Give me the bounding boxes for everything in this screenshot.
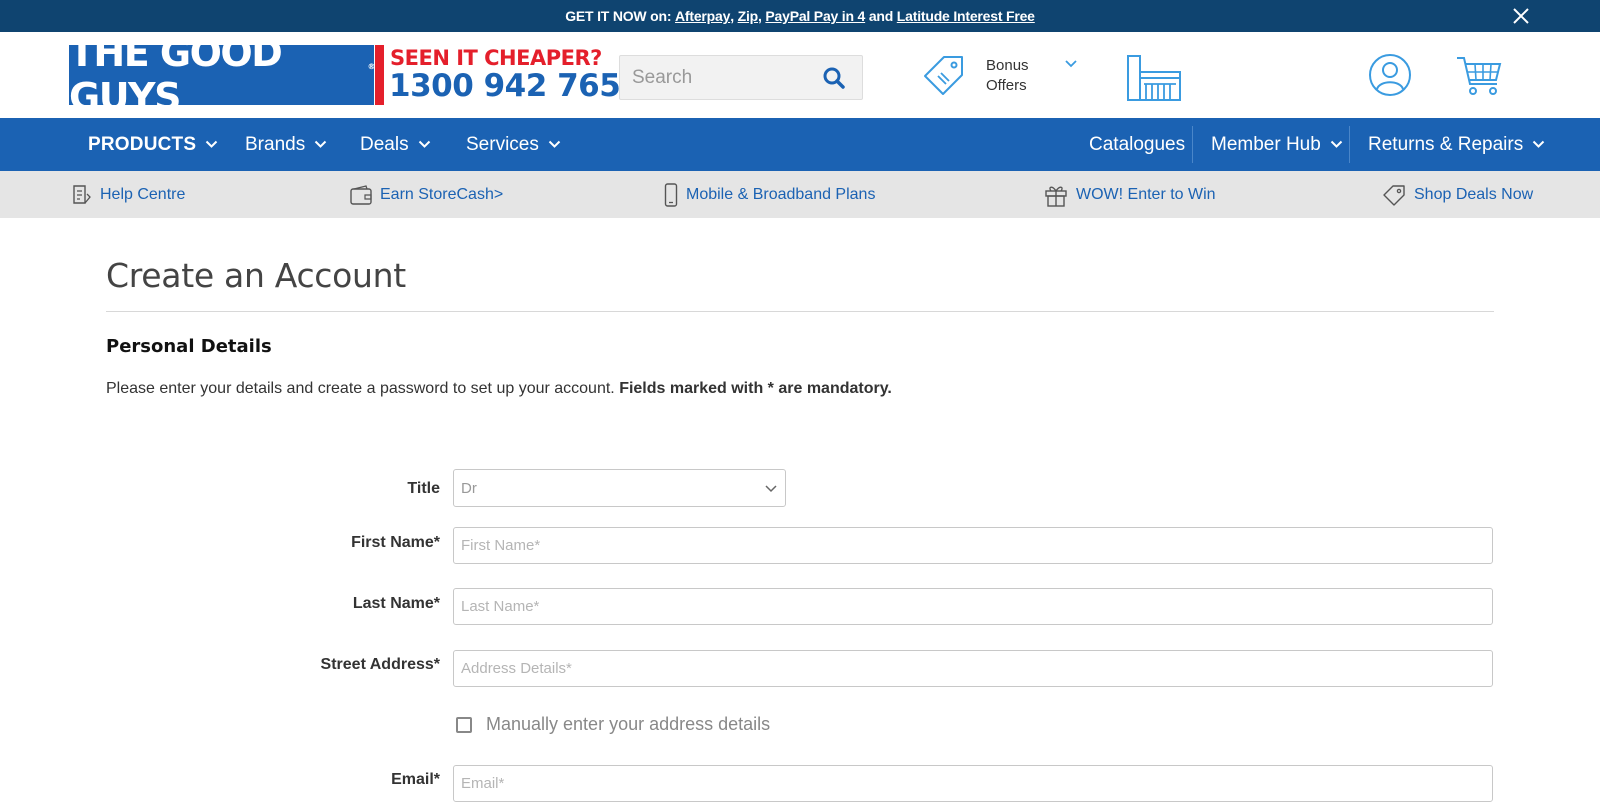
nav-deals-label: Deals: [360, 133, 409, 155]
gift-icon: [1045, 186, 1067, 207]
manual-address-label: Manually enter your address details: [486, 714, 771, 734]
wallet-icon: [350, 184, 372, 205]
intro-text: Please enter your details and create a p…: [106, 380, 892, 398]
street-address-label: Street Address*: [320, 656, 440, 673]
util-shop-deals-label: Shop Deals Now: [1414, 185, 1534, 203]
nav-services-label: Services: [466, 133, 539, 155]
nav-member-hub[interactable]: Member Hub: [1211, 118, 1343, 171]
first-name-label: First Name*: [351, 534, 440, 551]
seen-it-cheaper-text[interactable]: SEEN IT CHEAPER?: [390, 46, 602, 70]
chevron-down-icon: [206, 140, 218, 148]
last-name-field[interactable]: [453, 588, 1493, 625]
search-box: [619, 55, 863, 100]
nav-products-label: PRODUCTS: [88, 133, 197, 155]
logo[interactable]: THE GOOD GUYS ®: [69, 31, 376, 119]
first-name-field[interactable]: [453, 527, 1493, 564]
chevron-down-icon: [548, 140, 561, 148]
promo-link-paypal[interactable]: PayPal Pay in 4: [765, 8, 865, 24]
nav-returns-repairs-label: Returns & Repairs: [1368, 133, 1524, 155]
logo-mark: ®: [367, 61, 376, 71]
mobile-phone-icon: [664, 182, 678, 207]
manual-address-checkbox[interactable]: [456, 716, 472, 733]
store-icon[interactable]: [1126, 54, 1182, 102]
nav-services[interactable]: Services: [466, 118, 561, 171]
chevron-down-icon: [418, 140, 430, 148]
chevron-down-icon[interactable]: [1064, 59, 1078, 69]
util-wow-win[interactable]: WOW! Enter to Win: [1044, 171, 1216, 218]
chevron-down-icon: [765, 485, 777, 493]
promo-and: and: [865, 8, 897, 24]
email-label: Email*: [391, 771, 440, 788]
bonus-offers-link[interactable]: Bonus Offers: [986, 56, 1029, 96]
bonus-line-2: Offers: [986, 77, 1027, 94]
page-title: Create an Account: [106, 256, 406, 295]
util-mobile-broadband[interactable]: Mobile & Broadband Plans: [664, 171, 875, 218]
intro-text-bold: Fields marked with * are mandatory.: [619, 380, 892, 397]
intro-text-regular: Please enter your details and create a p…: [106, 380, 620, 397]
search-input[interactable]: [620, 56, 810, 99]
util-shop-deals[interactable]: Shop Deals Now: [1382, 171, 1533, 218]
util-help-centre-label: Help Centre: [100, 185, 186, 203]
price-tag-icon[interactable]: [922, 54, 966, 98]
nav-brands[interactable]: Brands: [245, 118, 327, 171]
nav-brands-label: Brands: [245, 133, 306, 155]
util-help-centre[interactable]: Help Centre: [72, 171, 185, 218]
street-address-field[interactable]: [453, 650, 1493, 687]
logo-text: THE GOOD GUYS: [69, 31, 283, 119]
promo-comma: ,: [758, 8, 766, 24]
promo-comma: ,: [730, 8, 738, 24]
promo-link-latitude[interactable]: Latitude Interest Free: [897, 8, 1035, 24]
title-label: Title: [407, 480, 440, 497]
help-document-icon: [73, 184, 91, 204]
site-header: THE GOOD GUYS ® SEEN IT CHEAPER? 1300 942…: [0, 31, 1600, 119]
chevron-down-icon: [1533, 140, 1545, 148]
title-divider: [106, 311, 1494, 312]
title-select-value: Dr: [461, 480, 477, 497]
promo-bar: GET IT NOW on: Afterpay , Zip , PayPal P…: [0, 0, 1600, 32]
bonus-line-1: Bonus: [986, 57, 1029, 74]
tag-icon: [1383, 184, 1405, 206]
util-mobile-broadband-label: Mobile & Broadband Plans: [686, 185, 876, 203]
chevron-down-icon: [314, 140, 327, 148]
nav-member-hub-label: Member Hub: [1211, 133, 1321, 155]
nav-divider: [1192, 126, 1193, 163]
phone-number[interactable]: 1300 942 765: [389, 68, 621, 104]
section-title-personal-details: Personal Details: [106, 336, 272, 357]
user-account-icon[interactable]: [1368, 53, 1412, 97]
util-storecash[interactable]: Earn StoreCash>: [350, 171, 503, 218]
cart-icon[interactable]: [1455, 54, 1503, 98]
promo-prefix: GET IT NOW on:: [565, 8, 675, 24]
main-nav: PRODUCTS Brands Deals Services Catalogue…: [0, 118, 1600, 171]
promo-link-zip[interactable]: Zip: [738, 8, 759, 24]
close-icon[interactable]: [1512, 7, 1530, 25]
nav-catalogues[interactable]: Catalogues: [1089, 118, 1185, 171]
email-field[interactable]: [453, 765, 1493, 802]
nav-divider: [1349, 126, 1350, 163]
nav-products[interactable]: PRODUCTS: [88, 118, 218, 171]
logo-red-stripe: [375, 45, 384, 105]
nav-catalogues-label: Catalogues: [1089, 133, 1186, 155]
manual-address-toggle[interactable]: Manually enter your address details: [456, 714, 770, 735]
util-wow-win-label: WOW! Enter to Win: [1076, 185, 1216, 203]
search-icon[interactable]: [822, 66, 846, 90]
chevron-down-icon: [1330, 140, 1343, 148]
nav-deals[interactable]: Deals: [360, 118, 431, 171]
utility-bar: Help Centre Earn StoreCash> Mobile & Bro…: [0, 171, 1600, 218]
promo-link-afterpay[interactable]: Afterpay: [675, 8, 730, 24]
nav-returns-repairs[interactable]: Returns & Repairs: [1368, 118, 1545, 171]
util-storecash-label: Earn StoreCash>: [380, 185, 504, 203]
title-select[interactable]: Dr: [453, 469, 786, 507]
last-name-label: Last Name*: [352, 595, 440, 612]
